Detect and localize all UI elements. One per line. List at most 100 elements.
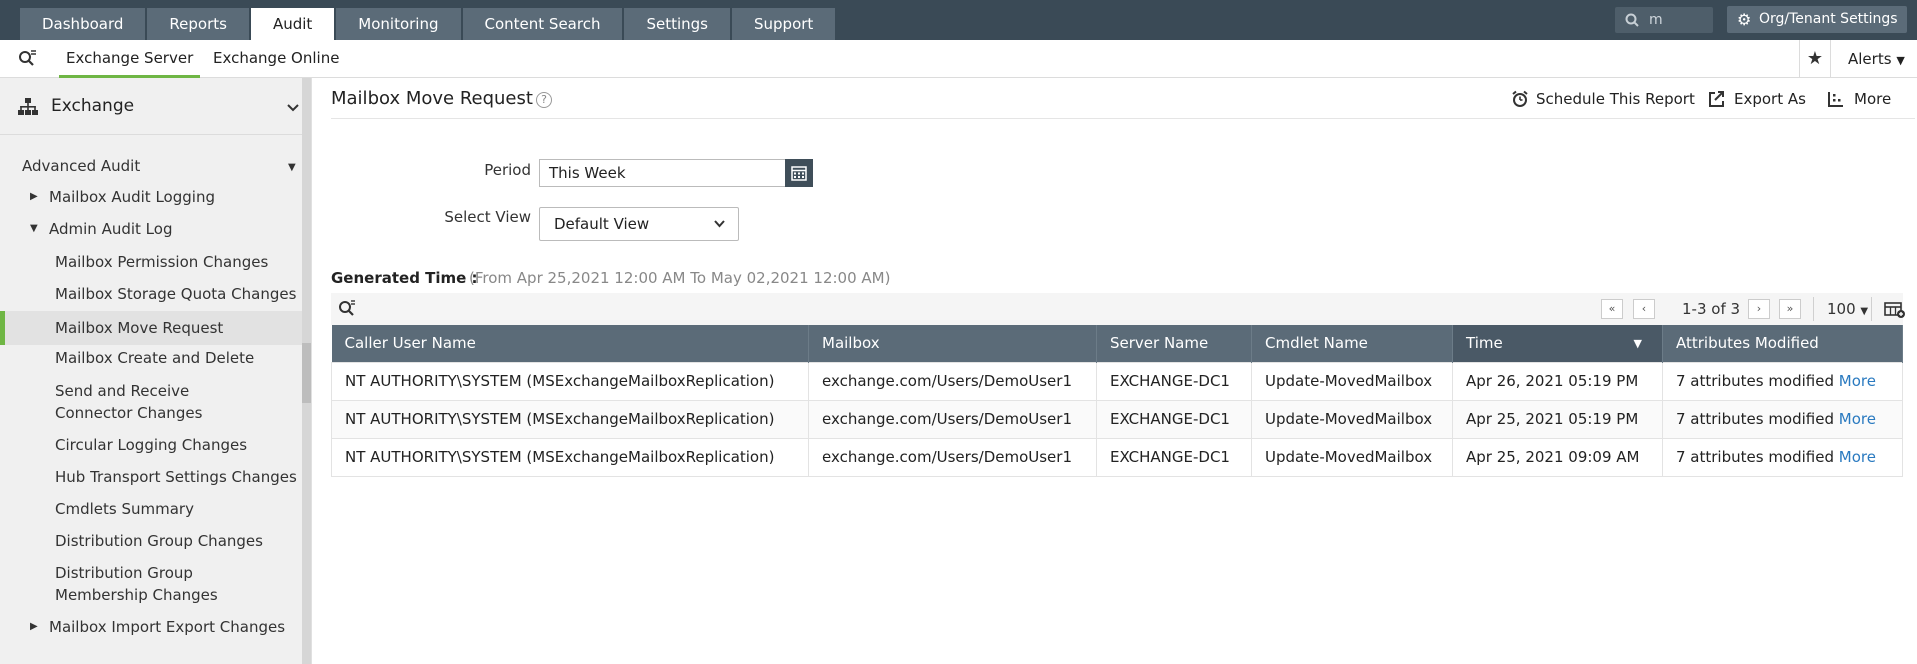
- table-row: NT AUTHORITY\SYSTEM (MSExchangeMailboxRe…: [331, 399, 1903, 439]
- sidebar-item-hub-transport-settings-changes[interactable]: Hub Transport Settings Changes: [0, 466, 302, 488]
- first-page-icon[interactable]: «: [1601, 299, 1623, 319]
- more-actions-button[interactable]: More: [1828, 90, 1891, 108]
- select-view-dropdown[interactable]: Default View: [539, 207, 739, 241]
- cell-attributes: 7 attributes modified More: [1662, 399, 1903, 439]
- export-icon: [1709, 90, 1725, 112]
- caret-right-icon: ▶: [30, 191, 38, 202]
- tab-settings[interactable]: Settings: [624, 8, 730, 40]
- chevron-down-icon[interactable]: [286, 96, 300, 124]
- pagination-range: 1-3 of 3: [1682, 300, 1741, 318]
- sidebar-scrollbar[interactable]: [302, 78, 311, 664]
- sidebar-item-cmdlets-summary[interactable]: Cmdlets Summary: [0, 498, 302, 520]
- alerts-dropdown[interactable]: Alerts ▼: [1848, 40, 1905, 78]
- column-header-attributes[interactable]: Attributes Modified: [1662, 325, 1903, 362]
- subtab-exchange-online[interactable]: Exchange Online: [206, 40, 346, 78]
- sidebar-item-mailbox-permission-changes[interactable]: Mailbox Permission Changes: [0, 251, 302, 273]
- sidebar-item-mailbox-create-and-delete[interactable]: Mailbox Create and Delete: [0, 347, 302, 369]
- tab-support[interactable]: Support: [732, 8, 836, 40]
- page-size-value: 100: [1827, 300, 1856, 318]
- chevron-down-icon: [713, 208, 726, 253]
- report-table: Caller User Name Mailbox Server Name Cmd…: [331, 325, 1903, 477]
- column-header-time[interactable]: Time ▼: [1452, 325, 1663, 362]
- calendar-icon[interactable]: [785, 159, 813, 187]
- sidebar-item-distribution-group-membership-changes[interactable]: Distribution Group Membership Changes: [0, 562, 302, 606]
- toolbar-separator: [1871, 297, 1872, 321]
- cell-server: EXCHANGE-DC1: [1096, 399, 1252, 439]
- caret-down-icon: ▼: [1860, 306, 1869, 317]
- search-menu-icon[interactable]: [16, 48, 38, 70]
- table-row: NT AUTHORITY\SYSTEM (MSExchangeMailboxRe…: [331, 361, 1903, 401]
- page-size-dropdown[interactable]: 100 ▼: [1827, 299, 1868, 322]
- sidebar-item-send-receive-connector-changes[interactable]: Send and Receive Connector Changes: [0, 380, 302, 424]
- column-header-caller[interactable]: Caller User Name: [331, 325, 809, 362]
- cell-cmdlet: Update-MovedMailbox: [1251, 399, 1453, 439]
- cell-server: EXCHANGE-DC1: [1096, 361, 1252, 401]
- generated-time-label: Generated Time :: [331, 269, 478, 287]
- grid-search-icon[interactable]: [337, 299, 357, 319]
- table-row: NT AUTHORITY\SYSTEM (MSExchangeMailboxRe…: [331, 437, 1903, 477]
- cell-cmdlet: Update-MovedMailbox: [1251, 361, 1453, 401]
- caret-right-icon: ▶: [30, 621, 38, 632]
- schedule-report-button[interactable]: Schedule This Report: [1512, 90, 1695, 108]
- report-panel: Mailbox Move Request ? Schedule This Rep…: [312, 78, 1917, 664]
- cell-cmdlet: Update-MovedMailbox: [1251, 437, 1453, 477]
- alarm-clock-icon: [1512, 90, 1528, 112]
- sidebar-item-label: Mailbox Import Export Changes: [49, 618, 286, 636]
- cell-mailbox: exchange.com/Users/DemoUser1: [808, 361, 1097, 401]
- tab-reports[interactable]: Reports: [147, 8, 249, 40]
- column-header-mailbox[interactable]: Mailbox: [808, 325, 1097, 362]
- column-chooser-icon[interactable]: [1884, 301, 1906, 319]
- tab-audit[interactable]: Audit: [250, 8, 335, 40]
- attributes-text: 7 attributes modified: [1676, 372, 1834, 390]
- caret-down-icon: ▼: [30, 223, 38, 234]
- more-link[interactable]: More: [1839, 410, 1876, 428]
- alerts-label: Alerts: [1848, 50, 1892, 68]
- sidebar-item-label: Admin Audit Log: [49, 220, 173, 238]
- global-search-input[interactable]: m: [1615, 7, 1713, 33]
- toolbar-separator: [1813, 297, 1814, 321]
- sidebar-scroll-grip[interactable]: [302, 343, 311, 403]
- schedule-report-label: Schedule This Report: [1536, 90, 1695, 108]
- sidebar-item-distribution-group-changes[interactable]: Distribution Group Changes: [0, 530, 302, 552]
- cell-mailbox: exchange.com/Users/DemoUser1: [808, 437, 1097, 477]
- next-page-icon[interactable]: ›: [1748, 299, 1770, 319]
- sidebar-item-mailbox-move-request[interactable]: Mailbox Move Request: [0, 311, 302, 345]
- select-view-value: Default View: [554, 215, 650, 233]
- attributes-text: 7 attributes modified: [1676, 410, 1834, 428]
- grid-toolbar: « ‹ 1-3 of 3 › » 100 ▼: [331, 293, 1906, 325]
- more-link[interactable]: More: [1839, 372, 1876, 390]
- sidebar-item-circular-logging-changes[interactable]: Circular Logging Changes: [0, 434, 302, 456]
- tab-monitoring[interactable]: Monitoring: [336, 8, 461, 40]
- cell-caller: NT AUTHORITY\SYSTEM (MSExchangeMailboxRe…: [331, 361, 809, 401]
- page-title: Mailbox Move Request: [331, 88, 533, 109]
- export-as-label: Export As: [1734, 90, 1806, 108]
- tab-dashboard[interactable]: Dashboard: [20, 8, 146, 40]
- column-header-server[interactable]: Server Name: [1096, 325, 1252, 362]
- org-tenant-settings-label: Org/Tenant Settings: [1759, 11, 1898, 27]
- main-tabs: Dashboard Reports Audit Monitoring Conte…: [20, 8, 836, 40]
- export-as-button[interactable]: Export As: [1709, 90, 1806, 108]
- tab-content-search[interactable]: Content Search: [462, 8, 623, 40]
- caret-down-icon: ▼: [1896, 54, 1905, 67]
- prev-page-icon[interactable]: ‹: [1633, 299, 1655, 319]
- more-actions-label: More: [1854, 90, 1892, 108]
- last-page-icon[interactable]: »: [1779, 299, 1801, 319]
- column-header-time-label: Time: [1466, 334, 1503, 353]
- more-menu-icon: [1828, 90, 1844, 112]
- org-tenant-settings-button[interactable]: ⚙ Org/Tenant Settings: [1727, 6, 1907, 33]
- search-icon: [1625, 7, 1639, 42]
- sidebar-item-mailbox-storage-quota-changes[interactable]: Mailbox Storage Quota Changes: [0, 283, 302, 305]
- favorite-star-icon[interactable]: ★: [1799, 40, 1831, 78]
- caret-down-icon: ▼: [288, 162, 296, 173]
- table-header-row: Caller User Name Mailbox Server Name Cmd…: [331, 325, 1903, 362]
- attributes-text: 7 attributes modified: [1676, 448, 1834, 466]
- sidebar-section-exchange[interactable]: Exchange: [18, 96, 300, 120]
- column-header-cmdlet[interactable]: Cmdlet Name: [1251, 325, 1453, 362]
- help-icon[interactable]: ?: [536, 92, 552, 108]
- period-input[interactable]: This Week: [539, 159, 787, 187]
- cell-time: Apr 25, 2021 05:19 PM: [1452, 399, 1663, 439]
- subtab-exchange-server[interactable]: Exchange Server: [59, 40, 201, 78]
- top-nav-bar: Dashboard Reports Audit Monitoring Conte…: [0, 0, 1917, 40]
- cell-attributes: 7 attributes modified More: [1662, 361, 1903, 401]
- more-link[interactable]: More: [1839, 448, 1876, 466]
